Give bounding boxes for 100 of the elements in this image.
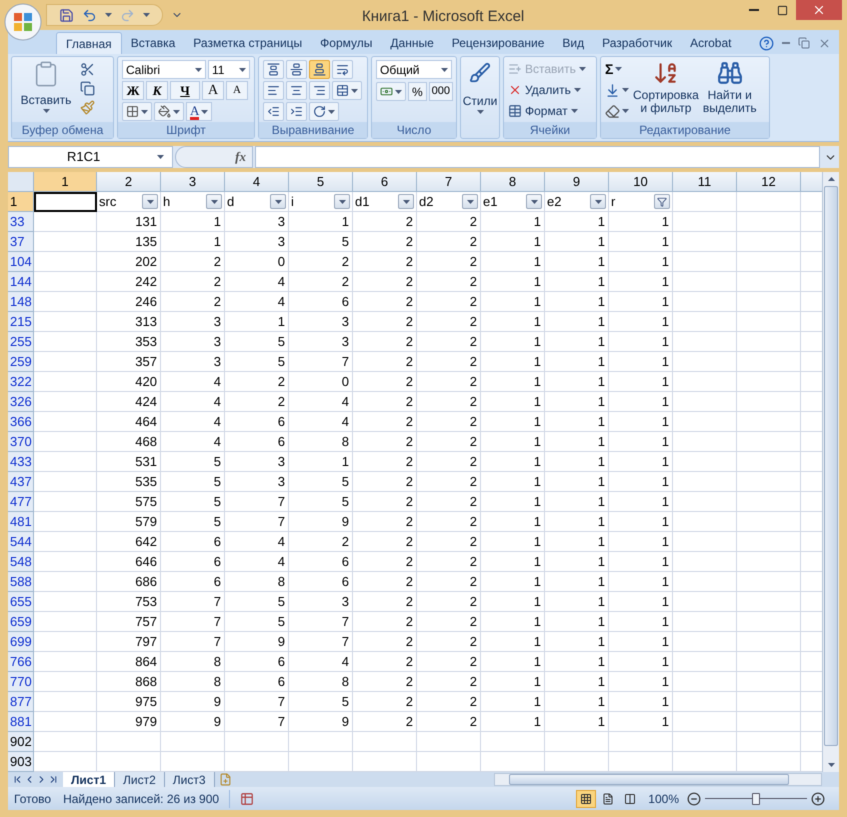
format-painter-icon[interactable] bbox=[80, 100, 95, 115]
column-header[interactable]: 10 bbox=[609, 172, 673, 192]
column-header[interactable]: 6 bbox=[353, 172, 417, 192]
filter-button[interactable] bbox=[334, 194, 350, 209]
row-header[interactable]: 370 bbox=[8, 432, 34, 452]
row-header[interactable]: 255 bbox=[8, 332, 34, 352]
save-icon[interactable] bbox=[59, 8, 74, 22]
row-header[interactable]: 144 bbox=[8, 272, 34, 292]
ribbon-tab[interactable]: Разработчик bbox=[593, 32, 682, 54]
scroll-up-icon[interactable] bbox=[828, 177, 834, 181]
font-color-button[interactable]: A bbox=[186, 102, 212, 121]
formula-input-field[interactable] bbox=[255, 146, 820, 168]
row-header[interactable]: 544 bbox=[8, 532, 34, 552]
last-sheet-icon[interactable] bbox=[48, 774, 59, 785]
filter-button[interactable] bbox=[206, 194, 222, 209]
ribbon-tab[interactable]: Данные bbox=[381, 32, 443, 54]
zoom-in-icon[interactable] bbox=[811, 792, 825, 806]
align-left-button[interactable] bbox=[263, 81, 284, 100]
number-format-field[interactable]: Общий bbox=[376, 60, 452, 79]
row-header[interactable]: 877 bbox=[8, 692, 34, 712]
thousands-button[interactable]: 000 bbox=[428, 82, 454, 101]
wrap-text-button[interactable] bbox=[332, 60, 353, 79]
styles-button[interactable]: Стили bbox=[465, 60, 495, 114]
column-header[interactable]: 4 bbox=[225, 172, 289, 192]
filter-button[interactable] bbox=[654, 194, 670, 209]
row-header[interactable]: 659 bbox=[8, 612, 34, 632]
bold-button[interactable]: Ж bbox=[122, 81, 144, 100]
decrease-indent-button[interactable] bbox=[263, 102, 284, 121]
row-header[interactable]: 437 bbox=[8, 472, 34, 492]
insert-function-button[interactable]: fx bbox=[235, 147, 246, 167]
copy-icon[interactable] bbox=[80, 81, 95, 96]
vertical-align-button[interactable] bbox=[263, 60, 284, 79]
filter-button[interactable] bbox=[526, 194, 542, 209]
merge-button[interactable] bbox=[332, 81, 362, 100]
row-header[interactable]: 37 bbox=[8, 232, 34, 252]
ribbon-tab[interactable]: Разметка страницы bbox=[184, 32, 312, 54]
paste-button[interactable]: Вставить bbox=[16, 60, 76, 115]
borders-button[interactable] bbox=[122, 102, 152, 121]
clear-button[interactable] bbox=[605, 102, 629, 120]
ribbon-tab[interactable]: Рецензирование bbox=[442, 32, 554, 54]
filter-button[interactable] bbox=[462, 194, 478, 209]
vertical-align-button[interactable] bbox=[286, 60, 307, 79]
column-header[interactable]: 8 bbox=[481, 172, 545, 192]
ribbon-tab[interactable]: Acrobat bbox=[681, 32, 740, 54]
ribbon-tab[interactable]: Формулы bbox=[311, 32, 382, 54]
orientation-button[interactable] bbox=[309, 102, 339, 121]
zoom-slider[interactable] bbox=[705, 792, 807, 806]
filter-button[interactable] bbox=[270, 194, 286, 209]
undo-icon[interactable] bbox=[82, 8, 97, 22]
ribbon-tab[interactable]: Вид bbox=[553, 32, 594, 54]
ribbon-tab[interactable]: Вставка bbox=[122, 32, 184, 54]
align-right-button[interactable] bbox=[309, 81, 330, 100]
row-header[interactable]: 259 bbox=[8, 352, 34, 372]
row-header[interactable]: 477 bbox=[8, 492, 34, 512]
column-header[interactable]: 12 bbox=[737, 172, 801, 192]
column-header[interactable]: 5 bbox=[289, 172, 353, 192]
font-name-field[interactable]: Calibri bbox=[122, 60, 206, 79]
row-header[interactable]: 766 bbox=[8, 652, 34, 672]
underline-button[interactable]: Ч bbox=[170, 81, 200, 100]
zoom-out-icon[interactable] bbox=[687, 792, 701, 806]
row-header[interactable]: 902 bbox=[8, 732, 34, 752]
row-header[interactable]: 148 bbox=[8, 292, 34, 312]
find-select-button[interactable]: Найти и выделить bbox=[702, 60, 757, 120]
close-button[interactable] bbox=[796, 0, 842, 20]
filter-button[interactable] bbox=[142, 194, 158, 209]
cells-menu-button[interactable]: Формат bbox=[508, 102, 592, 120]
filter-button[interactable] bbox=[590, 194, 606, 209]
row-header[interactable]: 104 bbox=[8, 252, 34, 272]
column-header[interactable]: 9 bbox=[545, 172, 609, 192]
row-header[interactable]: 699 bbox=[8, 632, 34, 652]
macro-record-icon[interactable] bbox=[240, 792, 254, 806]
shrink-font-button[interactable]: A bbox=[226, 81, 248, 100]
align-center-button[interactable] bbox=[286, 81, 307, 100]
italic-button[interactable]: К bbox=[146, 81, 168, 100]
row-header[interactable]: 1 bbox=[8, 192, 34, 212]
ribbon-tab[interactable]: Главная bbox=[56, 32, 122, 54]
row-header[interactable]: 881 bbox=[8, 712, 34, 732]
name-box[interactable]: R1C1 bbox=[8, 146, 173, 168]
active-cell[interactable] bbox=[34, 192, 97, 212]
autosum-button[interactable]: Σ bbox=[605, 60, 629, 78]
horizontal-scrollbar[interactable] bbox=[494, 773, 822, 786]
restore-icon[interactable] bbox=[798, 37, 810, 49]
vertical-scrollbar[interactable] bbox=[822, 172, 839, 772]
filter-button[interactable] bbox=[398, 194, 414, 209]
sheet-tab[interactable]: Лист1 bbox=[63, 772, 116, 787]
normal-view-button[interactable] bbox=[576, 790, 596, 808]
currency-button[interactable] bbox=[376, 82, 406, 101]
column-header[interactable]: 11 bbox=[673, 172, 737, 192]
cut-icon[interactable] bbox=[80, 62, 95, 77]
row-header[interactable]: 433 bbox=[8, 452, 34, 472]
row-header[interactable]: 770 bbox=[8, 672, 34, 692]
row-header[interactable]: 366 bbox=[8, 412, 34, 432]
sheet-tab[interactable]: Лист2 bbox=[115, 772, 165, 787]
cells-menu-button[interactable]: Удалить bbox=[508, 81, 592, 99]
grow-font-button[interactable]: A bbox=[202, 81, 224, 100]
row-header[interactable]: 481 bbox=[8, 512, 34, 532]
vertical-align-button[interactable] bbox=[309, 60, 330, 79]
column-header[interactable]: 2 bbox=[97, 172, 161, 192]
increase-indent-button[interactable] bbox=[286, 102, 307, 121]
zoom-slider-thumb[interactable] bbox=[752, 792, 760, 804]
